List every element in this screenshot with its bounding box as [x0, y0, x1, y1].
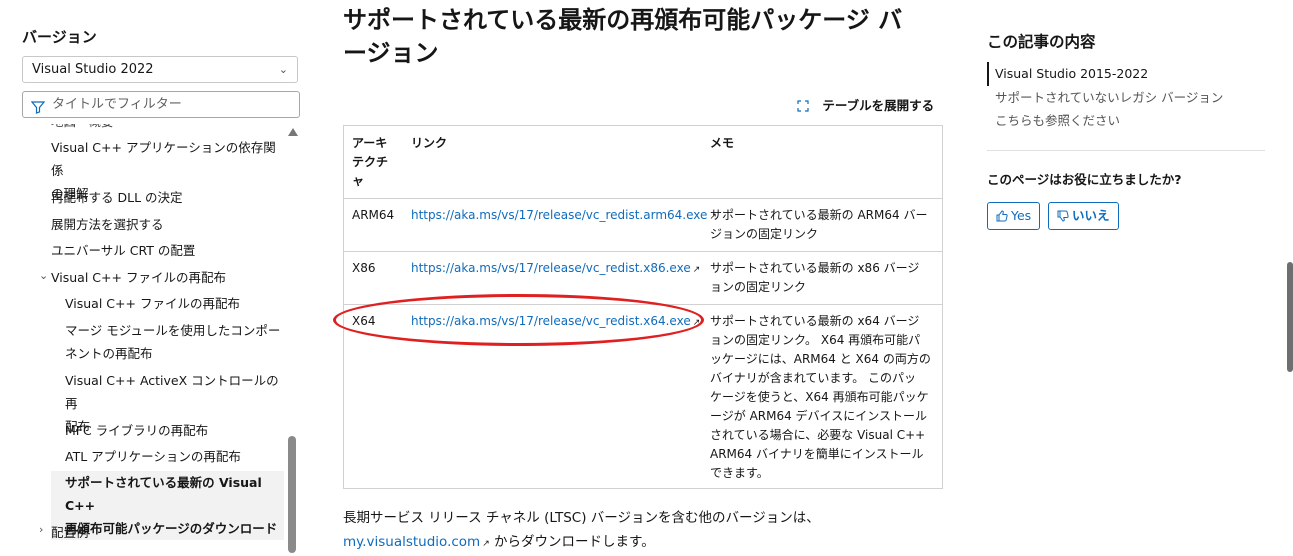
section-heading: サポートされている最新の再頒布可能パッケージ バ ージョン — [343, 4, 943, 70]
in-article-link-current[interactable]: Visual Studio 2015-2022 — [987, 62, 1247, 86]
download-link-x86[interactable]: https://aka.ms/vs/17/release/vc_redist.x… — [411, 261, 691, 275]
section-heading-line: サポートされている最新の再頒布可能パッケージ バ — [343, 6, 903, 34]
thumbs-up-icon — [996, 208, 1011, 223]
expand-table-label: テーブルを展開する — [822, 98, 935, 113]
table-divider — [344, 251, 942, 252]
scroll-up-arrow-icon[interactable] — [288, 128, 298, 136]
toc-item[interactable]: Visual C++ ファイルの再配布 — [65, 292, 240, 315]
version-select[interactable]: Visual Studio 2022 ⌄ — [22, 56, 298, 83]
toc-item-label: Visual C++ ActiveX コントロールの再 — [65, 373, 279, 411]
expand-icon — [797, 100, 809, 115]
right-divider — [987, 150, 1265, 151]
toc-item-partial[interactable]: 地図 - 概要 — [51, 124, 113, 133]
memo-line: バイナリが含まれています。 このパッ — [710, 371, 917, 385]
toc-item-label: 再頒布可能パッケージのダウンロード — [65, 521, 278, 536]
chevron-right-icon[interactable]: › — [39, 523, 43, 536]
toc-item[interactable]: 再配布する DLL の決定 — [51, 186, 183, 209]
expand-table-button[interactable]: テーブルを展開する — [797, 95, 934, 115]
cell-memo: サポートされている最新の x64 バージ ョンの固定リンク。 X64 再頒布可能… — [710, 312, 940, 483]
toc-item[interactable]: ATL アプリケーションの再配布 — [65, 445, 241, 468]
toc-item[interactable]: マージ モジュールを使用したコンポー ネントの再配布 — [65, 319, 280, 365]
feedback-question: このページはお役に立ちましたか? — [987, 172, 1182, 187]
download-link-arm64[interactable]: https://aka.ms/vs/17/release/vc_redist.a… — [411, 208, 707, 222]
external-link-icon: ↗ — [482, 539, 490, 549]
external-link-icon: ↗ — [692, 265, 701, 275]
toc-item-label: Visual C++ アプリケーションの依存関係 — [51, 140, 276, 178]
column-header-architecture: アーキ テクチ ャ — [352, 134, 402, 191]
feedback-yes-button[interactable]: Yes — [987, 202, 1041, 230]
memo-line: ケージを使うと、X64 再頒布可能パッケ — [710, 390, 929, 404]
paragraph-line: my.visualstudio.com ↗ からダウンロードします。 — [343, 530, 943, 556]
highlight-annotation — [333, 294, 704, 346]
memo-line: ョンの固定リンク — [710, 280, 807, 294]
cell-memo: サポートされている最新の x86 バージ ョンの固定リンク — [710, 259, 938, 297]
memo-line: サポートされている最新の x64 バージ — [710, 314, 920, 328]
chevron-down-icon[interactable]: ⌄ — [39, 269, 48, 282]
toc-item[interactable]: ユニバーサル CRT の配置 — [51, 239, 195, 262]
header-text: アーキ — [352, 136, 388, 150]
table-divider — [344, 198, 942, 199]
toc-item[interactable]: MFC ライブラリの再配布 — [65, 419, 208, 442]
memo-line: されている場合に、必要な Visual C++ — [710, 428, 926, 442]
in-article-link[interactable]: サポートされていないレガシ バージョン — [987, 86, 1247, 110]
scrollbar-thumb[interactable] — [288, 436, 296, 553]
table-of-contents: 地図 - 概要 Visual C++ アプリケーションの依存関係 の理解 再配布… — [0, 124, 286, 553]
my-visualstudio-link[interactable]: my.visualstudio.com — [343, 534, 480, 550]
toc-item-expanded[interactable]: Visual C++ ファイルの再配布 — [51, 266, 226, 289]
toc-item[interactable]: 展開方法を選択する — [51, 213, 164, 236]
paragraph-text: 長期サービス リリース チャネル (LTSC) バージョンを含む他のバージョンは… — [343, 510, 820, 526]
feedback-no-label: いいえ — [1072, 208, 1110, 223]
left-sidebar: バージョン Visual Studio 2022 ⌄ タイトルでフィルター 地図… — [0, 0, 310, 553]
memo-line: ョンの固定リンク。 X64 再頒布可能パ — [710, 333, 921, 347]
section-heading-line: ージョン — [343, 39, 439, 67]
memo-line: サポートされている最新の ARM64 バー — [710, 208, 928, 222]
toc-item-label: サポートされている最新の Visual C++ — [65, 475, 262, 513]
sidebar-scrollbar[interactable] — [287, 126, 298, 553]
cell-architecture: ARM64 — [352, 208, 395, 222]
header-text: ャ — [352, 174, 365, 188]
toc-item-label: ネントの再配布 — [65, 346, 153, 361]
column-header-link: リンク — [411, 136, 448, 150]
memo-line: できます。 — [710, 466, 769, 480]
version-label: バージョン — [22, 28, 97, 46]
cell-architecture: X86 — [352, 261, 376, 275]
memo-line: ARM64 バイナリを簡単にインストール — [710, 447, 924, 461]
memo-line: ッケージには、ARM64 と X64 の両方の — [710, 352, 931, 366]
filter-icon — [30, 98, 46, 123]
toc-item-label: マージ モジュールを使用したコンポー — [65, 323, 281, 338]
page-scrollbar-thumb[interactable] — [1287, 262, 1293, 372]
in-this-article-nav: Visual Studio 2015-2022 サポートされていないレガシ バー… — [987, 62, 1247, 133]
toc-item[interactable]: 配置例 — [51, 521, 89, 544]
memo-line: ージが ARM64 デバイスにインストール — [710, 409, 927, 423]
other-versions-paragraph: 長期サービス リリース チャネル (LTSC) バージョンを含む他のバージョンは… — [343, 506, 943, 556]
in-article-link[interactable]: こちらも参照ください — [987, 109, 1247, 133]
toc-filter-input[interactable]: タイトルでフィルター — [22, 91, 300, 118]
feedback-yes-label: Yes — [1011, 208, 1032, 223]
table-row-link[interactable]: https://aka.ms/vs/17/release/vc_redist.a… — [411, 206, 717, 227]
thumbs-down-icon — [1057, 208, 1072, 223]
column-header-memo: メモ — [710, 136, 735, 150]
in-this-article-title: この記事の内容 — [987, 33, 1096, 51]
memo-line: ジョンの固定リンク — [710, 227, 819, 241]
memo-line: サポートされている最新の x86 バージ — [710, 261, 920, 275]
table-row-link[interactable]: https://aka.ms/vs/17/release/vc_redist.x… — [411, 259, 700, 280]
filter-placeholder: タイトルでフィルター — [52, 97, 182, 112]
version-select-value: Visual Studio 2022 — [32, 62, 154, 77]
paragraph-text: からダウンロードします。 — [489, 534, 655, 550]
feedback-no-button[interactable]: いいえ — [1048, 202, 1119, 230]
header-text: テクチ — [352, 155, 389, 169]
chevron-down-icon: ⌄ — [278, 63, 288, 76]
cell-memo: サポートされている最新の ARM64 バー ジョンの固定リンク — [710, 206, 938, 244]
